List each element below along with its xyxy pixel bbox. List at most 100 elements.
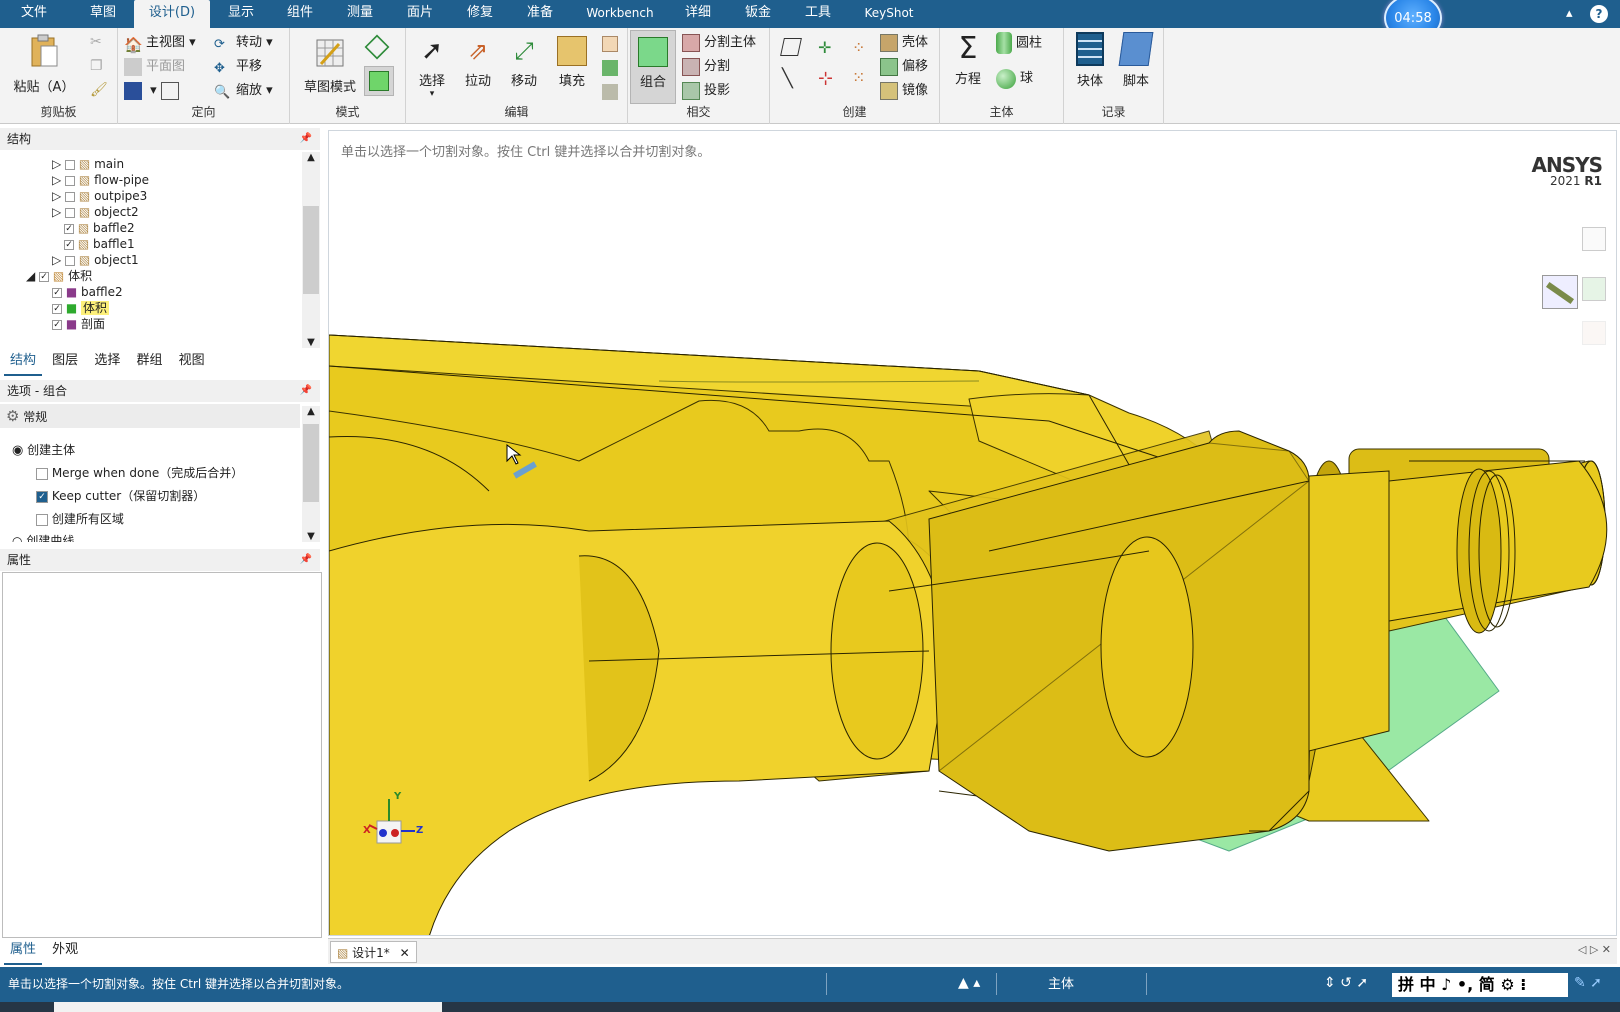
menu-assembly[interactable]: 组件 (276, 0, 324, 28)
scroll-up-icon[interactable]: ▲ (302, 152, 320, 163)
scroll-down-icon[interactable]: ▼ (302, 337, 320, 348)
options-scrollbar[interactable]: ▲ ▼ (302, 406, 320, 542)
create-all-regions-option[interactable]: 创建所有区域 (36, 509, 124, 529)
menu-keyshot[interactable]: KeyShot (856, 0, 922, 28)
equation-button[interactable]: Σ 方程 (948, 34, 988, 88)
select-filter-icon[interactable]: ⇕ ↺ ➚ (1324, 975, 1368, 991)
tree-item-flow-pipe[interactable]: ▷ ▧ flow-pipe (52, 172, 149, 188)
menu-prepare[interactable]: 准备 (516, 0, 564, 28)
expand-icon[interactable]: ▷ (52, 173, 61, 187)
tree-item-object1[interactable]: ▷ ▧ object1 (52, 252, 139, 268)
edit-extra-icon-1[interactable] (602, 36, 618, 52)
tab-nav-icons[interactable]: ◁ ▷ ✕ (1578, 943, 1611, 956)
tree-checkbox[interactable] (65, 191, 76, 202)
spin-button[interactable]: ⟳ 转动 ▾ (214, 32, 273, 54)
pull-tool-button[interactable]: ⇗ 拉动 (458, 36, 498, 89)
create-curve-option[interactable]: ○ 创建曲线 (12, 532, 74, 542)
menu-sketch[interactable]: 草图 (78, 0, 128, 28)
fill-tool-button[interactable]: 填充 (552, 36, 592, 89)
pin-icon[interactable]: 📌 (300, 128, 312, 150)
select-tool-button[interactable]: ➚ 选择 ▾ (412, 36, 452, 99)
shell-button[interactable]: 壳体 (880, 32, 928, 54)
offset-button[interactable]: 偏移 (880, 56, 928, 78)
pattern-icon[interactable]: ⁘ (852, 38, 865, 57)
axis-line-icon[interactable]: ╲ (782, 68, 793, 89)
menu-display[interactable]: 显示 (218, 0, 264, 28)
plan-view-button[interactable]: 平面图 (124, 56, 185, 78)
help-icon[interactable]: ? (1590, 5, 1608, 23)
script-button[interactable]: 脚本 (1116, 32, 1156, 89)
scroll-thumb[interactable] (303, 206, 319, 294)
scroll-down-icon[interactable]: ▼ (302, 531, 320, 542)
tool-status-icon[interactable]: ✎ ➚ (1574, 975, 1602, 991)
all-regions-checkbox[interactable] (36, 513, 48, 526)
project-button[interactable]: 投影 (682, 80, 730, 102)
expand-icon[interactable]: ▷ (52, 157, 61, 171)
tree-item-main[interactable]: ▷ ▧ main (52, 156, 124, 172)
sketch-mode-button[interactable]: 草图模式 (300, 38, 360, 95)
tree-checkbox[interactable] (65, 159, 76, 170)
cut-icon[interactable]: ✂ (90, 34, 102, 50)
tab-layers[interactable]: 图层 (46, 348, 84, 374)
split-button[interactable]: 分割 (682, 56, 730, 78)
options-section-header[interactable]: ⚙ 常规 (0, 404, 300, 428)
zoom-button[interactable]: 🔍 缩放 ▾ (214, 80, 273, 102)
tab-views[interactable]: 视图 (173, 348, 211, 374)
3d-mode-button[interactable] (364, 66, 394, 96)
plane-icon[interactable] (780, 38, 802, 56)
expand-icon[interactable]: ▷ (52, 189, 61, 203)
point-icon[interactable]: ✛ (818, 38, 831, 57)
scroll-thumb[interactable] (303, 424, 319, 502)
ime-toolbar[interactable]: 拼 中 ♪ •, 简 ⚙ ⁝ (1392, 973, 1568, 997)
tree-scrollbar[interactable]: ▲ ▼ (302, 152, 320, 348)
expand-icon[interactable]: ▷ (52, 253, 61, 267)
split-body-button[interactable]: 分割主体 (682, 32, 756, 54)
menu-measure[interactable]: 测量 (336, 0, 384, 28)
collapse-icon[interactable]: ◢ (26, 269, 35, 283)
menu-facets[interactable]: 面片 (396, 0, 444, 28)
tab-appearance[interactable]: 外观 (46, 937, 84, 963)
scroll-up-icon[interactable]: ▲ (302, 406, 320, 417)
tree-item-outpipe3[interactable]: ▷ ▧ outpipe3 (52, 188, 147, 204)
menu-detail[interactable]: 详细 (674, 0, 722, 28)
tree-item-object2[interactable]: ▷ ▧ object2 (52, 204, 139, 220)
radio-selected-icon[interactable]: ◉ (12, 443, 23, 458)
tree-item-section[interactable]: ✓ ■ 剖面 (52, 316, 105, 332)
document-tab[interactable]: ▧ 设计1* ✕ (330, 941, 417, 963)
menu-design[interactable]: 设计(D) (134, 0, 210, 28)
origin-icon[interactable]: ⊹ (818, 68, 833, 89)
taskbar-search[interactable] (54, 1002, 442, 1012)
3d-viewport[interactable]: 单击以选择一个切割对象。按住 Ctrl 键并选择以合并切割对象。 ANSYS 2… (328, 130, 1617, 936)
tree-checkbox[interactable]: ✓ (52, 319, 62, 330)
create-body-option[interactable]: ◉ 创建主体 (12, 440, 75, 460)
merge-checkbox[interactable] (36, 467, 48, 480)
tree-item-volume-group[interactable]: ◢ ✓ ▧ 体积 (26, 268, 92, 284)
block-button[interactable]: 块体 (1070, 32, 1110, 89)
move-tool-button[interactable]: ⤢ 移动 (504, 36, 544, 89)
tree-checkbox[interactable]: ✓ (64, 239, 74, 250)
pin-icon[interactable]: 📌 (300, 549, 312, 571)
edit-extra-icon-3[interactable] (602, 84, 618, 100)
keep-cutter-checkbox[interactable]: ✓ (36, 490, 48, 503)
menu-file[interactable]: 文件 (8, 0, 60, 28)
tab-structure[interactable]: 结构 (4, 348, 43, 376)
section-mode-icon[interactable] (364, 34, 390, 60)
collapse-ribbon-icon[interactable]: ▴ (1566, 0, 1573, 28)
tree-item-baffle2[interactable]: ✓ ▧ baffle2 (64, 220, 135, 236)
tab-selection[interactable]: 选择 (88, 348, 126, 374)
tree-item-baffle2-body[interactable]: ✓ ■ baffle2 (52, 284, 123, 300)
view-cube-button[interactable]: ▾ (124, 80, 183, 102)
grid-pattern-icon[interactable]: ⁙ (852, 68, 865, 87)
tree-checkbox[interactable]: ✓ (39, 271, 50, 282)
format-painter-icon[interactable]: 🖌 (90, 82, 108, 98)
close-tab-icon[interactable]: ✕ (400, 946, 410, 960)
expand-icon[interactable]: ▷ (52, 205, 61, 219)
tree-item-volume-body[interactable]: ✓ ■ 体积 (52, 300, 110, 316)
combine-button[interactable]: 组合 (630, 30, 676, 104)
tree-checkbox[interactable]: ✓ (52, 303, 62, 314)
tab-groups[interactable]: 群组 (130, 348, 168, 374)
menu-sheetmetal[interactable]: 钣金 (734, 0, 782, 28)
yellow-model[interactable] (329, 131, 1617, 936)
merge-when-done-option[interactable]: Merge when done（完成后合并） (36, 463, 243, 483)
paste-button[interactable]: 粘贴（A） (10, 32, 78, 95)
